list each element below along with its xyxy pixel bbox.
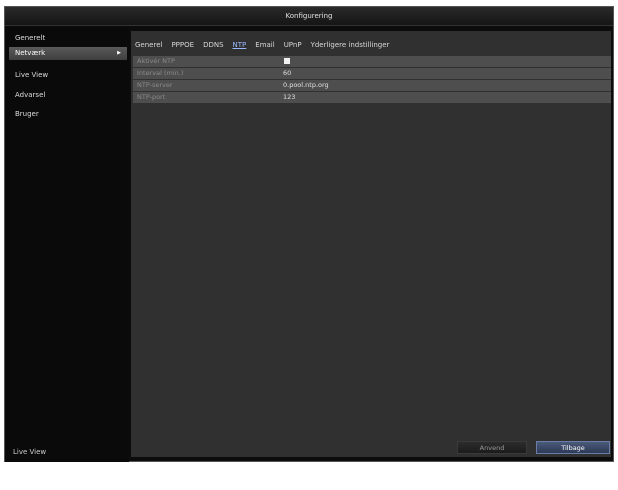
ntp-port-field[interactable]: 123 — [283, 92, 295, 103]
ntp-enable-row: Aktivér NTP — [133, 56, 611, 67]
tab-general[interactable]: Generel — [135, 39, 162, 51]
tab-bar: Generel PPPOE DDNS NTP Email UPnP Yderli… — [135, 39, 398, 51]
tab-ddns[interactable]: DDNS — [203, 39, 223, 51]
sidebar-item-network[interactable]: Netværk ▶ — [9, 47, 127, 60]
sidebar-item-label: Advarsel — [15, 91, 46, 99]
tab-advanced-settings[interactable]: Yderligere indstillinger — [311, 39, 390, 51]
live-view-button[interactable]: Live View — [13, 448, 46, 456]
sidebar-item-label: Live View — [15, 71, 49, 79]
main-panel: Generel PPPOE DDNS NTP Email UPnP Yderli… — [131, 31, 611, 457]
ntp-interval-row: Interval (min.) 60 — [133, 68, 611, 79]
sidebar-item-live-view[interactable]: Live View — [9, 69, 127, 82]
window-title: Konfigurering — [5, 7, 613, 26]
ntp-server-label: NTP-server — [137, 81, 173, 89]
sidebar-item-user[interactable]: Bruger — [9, 108, 127, 121]
ntp-settings: Aktivér NTP Interval (min.) 60 NTP-serve… — [133, 56, 611, 104]
tab-upnp[interactable]: UPnP — [284, 39, 302, 51]
sidebar-item-label: Netværk — [15, 49, 46, 57]
ntp-enable-checkbox[interactable] — [284, 58, 290, 64]
sidebar: Generelt Netværk ▶ Live View Advarsel Br… — [5, 26, 129, 462]
ntp-port-label: NTP-port — [137, 93, 166, 101]
ntp-server-field[interactable]: 0.pool.ntp.org — [283, 80, 329, 91]
sidebar-item-alarm[interactable]: Advarsel — [9, 89, 127, 102]
tab-pppoe[interactable]: PPPOE — [171, 39, 194, 51]
ntp-enable-label: Aktivér NTP — [137, 57, 175, 65]
ntp-server-row: NTP-server 0.pool.ntp.org — [133, 80, 611, 91]
ntp-port-row: NTP-port 123 — [133, 92, 611, 103]
tab-ntp[interactable]: NTP — [233, 39, 247, 51]
ntp-interval-field[interactable]: 60 — [283, 68, 291, 79]
back-button[interactable]: Tilbage — [536, 441, 610, 454]
tab-email[interactable]: Email — [255, 39, 274, 51]
chevron-right-icon: ▶ — [117, 50, 121, 56]
config-window: Konfigurering Generelt Netværk ▶ Live Vi… — [4, 6, 614, 462]
sidebar-item-general[interactable]: Generelt — [9, 32, 127, 45]
sidebar-item-label: Bruger — [15, 110, 39, 118]
sidebar-item-label: Generelt — [15, 34, 46, 42]
apply-button[interactable]: Anvend — [457, 441, 527, 454]
ntp-interval-label: Interval (min.) — [137, 69, 184, 77]
